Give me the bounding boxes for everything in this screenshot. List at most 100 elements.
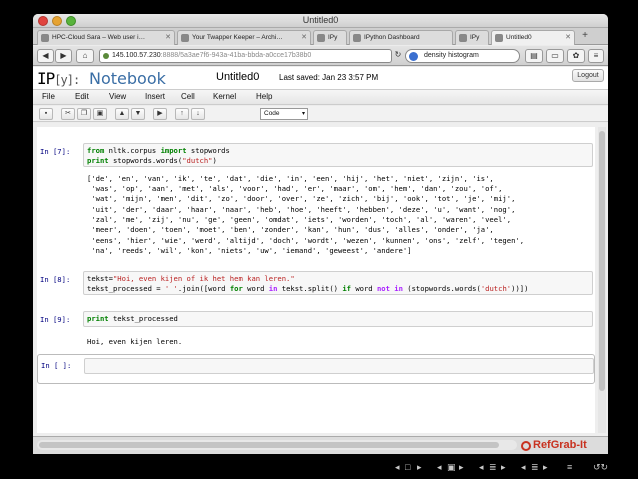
window-icon[interactable]: ▭: [546, 49, 564, 63]
addon-icon[interactable]: ✿: [567, 49, 585, 63]
bookmarks-icon[interactable]: ▤: [525, 49, 543, 63]
nav-section-icon[interactable]: ≣: [489, 462, 497, 473]
notebook-page: In [7]: from nltk.corpus import stopword…: [37, 127, 595, 433]
output-line: 'zal', 'me', 'zij', 'nu', 'ge', 'geen', …: [87, 215, 512, 224]
nav-frame-icon[interactable]: □: [405, 462, 410, 472]
output-line: 'wat', 'mijn', 'men', 'dit', 'zo', 'door…: [87, 194, 516, 203]
code-line: tekst_processed = ' '.join([word for wor…: [87, 284, 529, 293]
nav-align-icon[interactable]: ≡: [567, 462, 572, 472]
url-path: :8888/5a3ae7f6-943a-41ba-bbda-a0cce17b38…: [160, 52, 312, 59]
search-value: density histogram: [424, 52, 479, 59]
tab-bar: HPC-Cloud Sara – Web user i… ✕ Your Twap…: [33, 28, 608, 45]
tab-close-icon[interactable]: ✕: [165, 33, 171, 41]
scrollbar-thumb[interactable]: [39, 442, 499, 448]
logout-button[interactable]: Logout: [572, 69, 604, 82]
paste-icon[interactable]: ▣: [93, 108, 107, 120]
cut-icon[interactable]: ✂: [61, 108, 75, 120]
menu-file[interactable]: File: [42, 92, 55, 101]
tab-close-icon[interactable]: ✕: [301, 33, 307, 41]
tab-label: IPy: [328, 34, 338, 41]
code-line: from nltk.corpus import stopwords: [87, 146, 230, 155]
vertical-scrollbar[interactable]: [598, 127, 606, 433]
favicon-icon: [317, 34, 325, 42]
menu-cell[interactable]: Cell: [181, 92, 195, 101]
nav-right-arrow-icon[interactable]: ▸: [459, 462, 464, 473]
logo-y: [y]:: [54, 73, 80, 87]
logo-ip: IP: [37, 69, 55, 88]
move-down-icon[interactable]: ▼: [131, 108, 145, 120]
url-input[interactable]: 145.100.57.230:8888/5a3ae7f6-943a-41ba-b…: [99, 49, 392, 63]
step-down-icon[interactable]: ↓: [191, 108, 205, 120]
input-prompt: In [9]:: [40, 315, 71, 324]
tab-untitled0[interactable]: Untitled0 ✕: [491, 30, 575, 45]
step-up-icon[interactable]: ↑: [175, 108, 189, 120]
home-icon[interactable]: ⌂: [76, 49, 94, 63]
save-icon[interactable]: ▪: [39, 108, 53, 120]
output-line: 'meer', 'doen', 'toen', 'moet', 'ben', '…: [87, 225, 494, 234]
tab-close-icon[interactable]: ✕: [565, 33, 571, 41]
menu-view[interactable]: View: [109, 92, 126, 101]
tab-ipy-1[interactable]: IPy: [313, 30, 347, 45]
code-cell[interactable]: In [8]: tekst="Hoi, even kijen of ik het…: [37, 269, 595, 299]
code-input[interactable]: [84, 358, 594, 374]
notebook-name[interactable]: Untitled0: [216, 71, 259, 83]
menu-help[interactable]: Help: [256, 92, 272, 101]
tab-label: IPy: [470, 34, 480, 41]
menu-icon[interactable]: ≡: [588, 49, 604, 63]
refgrab-brand[interactable]: RefGrab-It: [523, 439, 587, 451]
forward-icon[interactable]: ▶: [55, 49, 72, 63]
code-cell[interactable]: In [7]: from nltk.corpus import stopword…: [37, 141, 595, 266]
back-icon[interactable]: ◀: [37, 49, 54, 63]
code-line: print tekst_processed: [87, 314, 178, 323]
nav-left-arrow-icon[interactable]: ◂: [521, 462, 526, 473]
search-input[interactable]: density histogram: [405, 49, 520, 63]
nav-left-arrow-icon[interactable]: ◂: [437, 462, 442, 473]
nav-section-icon[interactable]: ≣: [531, 462, 539, 473]
code-input[interactable]: print tekst_processed: [83, 311, 593, 327]
nav-right-arrow-icon[interactable]: ▸: [543, 462, 548, 473]
search-engine-icon[interactable]: [409, 52, 418, 61]
nav-right-arrow-icon[interactable]: ▸: [501, 462, 506, 473]
favicon-icon: [353, 34, 361, 42]
refgrab-icon: [521, 441, 531, 451]
menu-kernel[interactable]: Kernel: [213, 92, 236, 101]
nav-left-arrow-icon[interactable]: ◂: [479, 462, 484, 473]
code-input[interactable]: from nltk.corpus import stopwords print …: [83, 143, 593, 167]
menu-bar: File Edit View Insert Cell Kernel Help: [33, 89, 608, 105]
tab-label: IPython Dashboard: [364, 34, 420, 41]
run-icon[interactable]: ▶: [153, 108, 167, 120]
ipython-logo[interactable]: IP[y]:: [37, 69, 80, 88]
nav-subsection-icon[interactable]: ▣: [447, 462, 456, 473]
nav-right-arrow-icon[interactable]: ▸: [417, 462, 422, 473]
tab-twapper-keeper[interactable]: Your Twapper Keeper – Archi… ✕: [177, 30, 311, 45]
output-line: ['de', 'en', 'van', 'ik', 'te', 'dat', '…: [87, 174, 494, 183]
menu-insert[interactable]: Insert: [145, 92, 165, 101]
code-input[interactable]: tekst="Hoi, even kijen of ik het hem kan…: [83, 271, 593, 295]
output-line: 'uit', 'der', 'daar', 'haar', 'naar', 'h…: [87, 205, 516, 214]
tab-ipy-2[interactable]: IPy: [455, 30, 489, 45]
reload-icon[interactable]: ↻: [393, 49, 403, 63]
notebook-toolbar: ▪ ✂ ❐ ▣ ▲ ▼ ▶ ↑ ↓ Code ▾: [33, 106, 608, 122]
tab-hpc-cloud[interactable]: HPC-Cloud Sara – Web user i… ✕: [37, 30, 175, 45]
cell-type-select[interactable]: Code ▾: [260, 108, 308, 120]
output-line: 'eens', 'hier', 'wie', 'werd', 'altijd',…: [87, 236, 525, 245]
new-tab-icon[interactable]: +: [578, 30, 592, 44]
favicon-icon: [181, 34, 189, 42]
code-line: print stopwords.words("dutch"): [87, 156, 217, 165]
tab-ipython-dashboard[interactable]: IPython Dashboard: [349, 30, 453, 45]
move-up-icon[interactable]: ▲: [115, 108, 129, 120]
favicon-icon: [495, 34, 503, 42]
nav-left-arrow-icon[interactable]: ◂: [395, 462, 400, 473]
cell-type-value: Code: [264, 110, 280, 117]
notebook-area: In [7]: from nltk.corpus import stopword…: [33, 123, 608, 436]
nav-search-icon[interactable]: ↺↻: [593, 462, 608, 473]
active-code-cell[interactable]: In [ ]:: [37, 354, 595, 384]
scrollbar-thumb[interactable]: [599, 131, 605, 391]
horizontal-scrollbar[interactable]: [37, 440, 517, 450]
code-cell[interactable]: In [9]: print tekst_processed Hoi, even …: [37, 311, 595, 355]
menu-edit[interactable]: Edit: [75, 92, 89, 101]
input-prompt: In [7]:: [40, 147, 71, 156]
output-line: 'na', 'reeds', 'wil', 'kon', 'niets', 'u…: [87, 246, 412, 255]
copy-icon[interactable]: ❐: [77, 108, 91, 120]
input-prompt: In [8]:: [40, 275, 71, 284]
